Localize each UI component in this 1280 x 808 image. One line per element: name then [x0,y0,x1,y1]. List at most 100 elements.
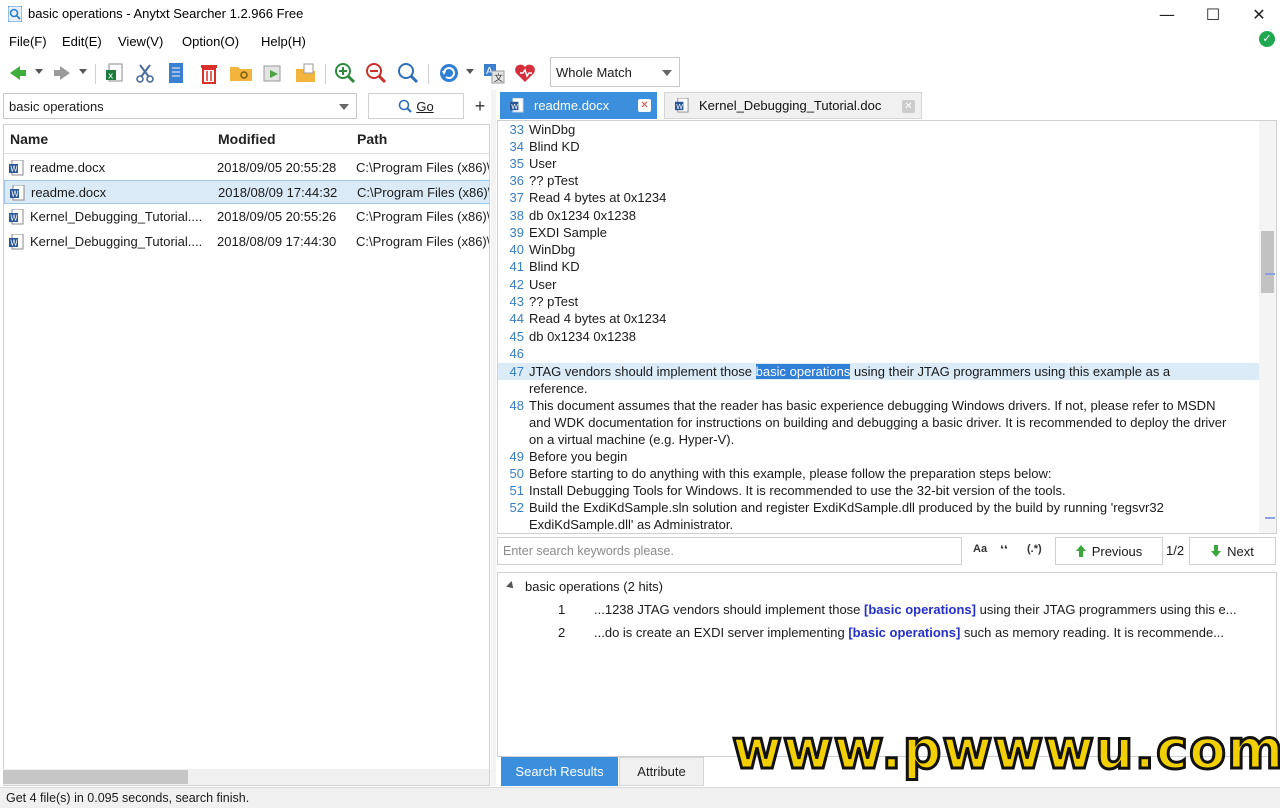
donate-heart-icon[interactable] [513,61,537,85]
menu-file[interactable]: File(F) [9,34,47,49]
svg-text:x: x [108,72,114,82]
tab-label: readme.docx [534,98,610,113]
back-icon[interactable] [6,61,30,85]
copy-icon[interactable] [164,61,188,85]
svg-text:W: W [10,214,18,223]
file-modified: 2018/09/05 20:55:26 [217,209,337,224]
result-row[interactable]: 2 ...do is create an EXDI server impleme… [498,623,1276,643]
horizontal-scrollbar[interactable] [3,769,489,785]
result-hit: [basic operations] [848,625,961,640]
delete-icon[interactable] [197,61,221,85]
tab-readme[interactable]: W readme.docx ✕ [500,92,657,119]
file-row[interactable]: W Kernel_Debugging_Tutorial.... 2018/09/… [4,205,490,229]
status-bar: Get 4 file(s) in 0.095 seconds, search f… [0,787,1280,808]
status-text: Get 4 file(s) in 0.095 seconds, search f… [6,791,250,805]
file-name: readme.docx [30,160,106,175]
file-row-selected[interactable]: W readme.docx 2018/08/09 17:44:32 C:\Pro… [4,180,490,204]
column-path[interactable]: Path [357,131,387,147]
previous-label: Previous [1091,543,1143,559]
tab-kernel-debugging[interactable]: W Kernel_Debugging_Tutorial.doc ✕ [664,92,922,119]
word-doc-icon: W [9,160,24,176]
forward-dropdown-icon[interactable] [79,69,87,74]
menu-help[interactable]: Help(H) [261,34,306,49]
whole-word-toggle[interactable]: ❛❛ [1000,543,1008,556]
word-doc-icon: W [510,98,524,113]
word-doc-icon: W [9,234,24,250]
column-name[interactable]: Name [10,131,48,147]
back-dropdown-icon[interactable] [35,69,43,74]
svg-text:文: 文 [494,72,503,84]
column-modified[interactable]: Modified [218,131,276,147]
chevron-down-icon[interactable] [339,104,349,110]
next-label: Next [1227,543,1254,559]
close-tab-icon[interactable]: ✕ [638,99,651,112]
search-hit-highlight: basic operations [755,364,851,379]
open-folder-icon[interactable] [229,61,253,85]
svg-text:W: W [10,165,18,174]
match-case-toggle[interactable]: Aa [973,543,987,555]
hit-marker [1265,273,1275,275]
close-tab-icon[interactable]: ✕ [902,100,915,113]
collapse-triangle-icon[interactable] [506,581,516,591]
next-button[interactable]: Next [1189,537,1276,565]
chevron-down-icon [662,70,672,76]
menu-view[interactable]: View(V) [118,34,163,49]
close-button[interactable]: ✕ [1236,0,1280,29]
forward-icon[interactable] [50,61,74,85]
zoom-out-icon[interactable] [364,61,388,85]
copy-file-icon[interactable] [293,61,317,85]
hit-page-indicator: 1/2 [1166,543,1185,558]
search-query: basic operations [9,99,104,114]
add-search-button[interactable]: + [470,93,490,119]
window-title: basic operations - Anytxt Searcher 1.2.9… [28,6,304,21]
file-name: readme.docx [31,185,107,200]
panel-splitter[interactable] [491,90,496,786]
file-path: C:\Program Files (x86)\ [357,185,490,200]
menu-edit[interactable]: Edit(E) [62,34,102,49]
match-mode-value: Whole Match [556,65,632,80]
watermark: www.pwwwu.com [730,717,1280,783]
result-row[interactable]: 1 ...1238 JTAG vendors should implement … [498,600,1276,620]
scrollbar-thumb[interactable] [3,770,188,784]
vertical-scrollbar[interactable] [1259,121,1276,533]
find-placeholder: Enter search keywords please. [503,544,674,558]
excel-export-icon[interactable]: x [103,61,127,85]
minimize-button[interactable]: — [1144,0,1190,29]
cut-icon[interactable] [133,61,157,85]
match-mode-select[interactable]: Whole Match [550,57,680,87]
go-button[interactable]: Go [368,93,464,119]
translate-icon[interactable]: A文 [482,61,506,85]
move-file-icon[interactable] [261,61,285,85]
regex-toggle[interactable]: (.*) [1027,543,1042,555]
refresh-icon[interactable] [437,61,461,85]
word-doc-icon: W [675,98,689,113]
app-icon [8,6,22,22]
menu-option[interactable]: Option(O) [182,34,239,49]
file-name: Kernel_Debugging_Tutorial.... [30,209,203,224]
file-row[interactable]: W Kernel_Debugging_Tutorial.... 2018/08/… [4,230,489,254]
tab-attribute[interactable]: Attribute [619,757,704,786]
file-path: C:\Program Files (x86)\ [356,209,490,224]
file-modified: 2018/08/09 17:44:32 [218,185,338,200]
maximize-button[interactable]: ☐ [1190,0,1236,29]
svg-text:W: W [11,190,19,199]
zoom-in-icon[interactable] [333,61,357,85]
arrow-down-icon [1211,545,1222,557]
find-keyword-input[interactable]: Enter search keywords please. [497,537,962,565]
refresh-dropdown-icon[interactable] [466,69,474,74]
file-modified: 2018/08/09 17:44:30 [217,234,337,249]
zoom-reset-icon[interactable] [396,61,420,85]
previous-button[interactable]: Previous [1055,537,1163,565]
menu-bar: File(F) Edit(E) View(V) Option(O) Help(H… [0,30,1280,54]
search-input[interactable]: basic operations [3,93,357,119]
hit-marker [1265,517,1275,519]
document-viewer[interactable]: 33 WinDbg 34 Blind KD 35 User 36?? pTest 37… [497,120,1277,534]
file-name: Kernel_Debugging_Tutorial.... [30,234,203,249]
tab-search-results[interactable]: Search Results [501,757,618,786]
file-list-header: Name Modified Path [4,125,489,154]
scrollbar-thumb[interactable] [1261,231,1274,293]
status-ok-icon: ✓ [1259,31,1275,47]
word-doc-icon: W [10,185,25,201]
file-row[interactable]: W readme.docx 2018/09/05 20:55:28 C:\Pro… [4,156,489,180]
results-header[interactable]: basic operations (2 hits) [525,579,663,594]
